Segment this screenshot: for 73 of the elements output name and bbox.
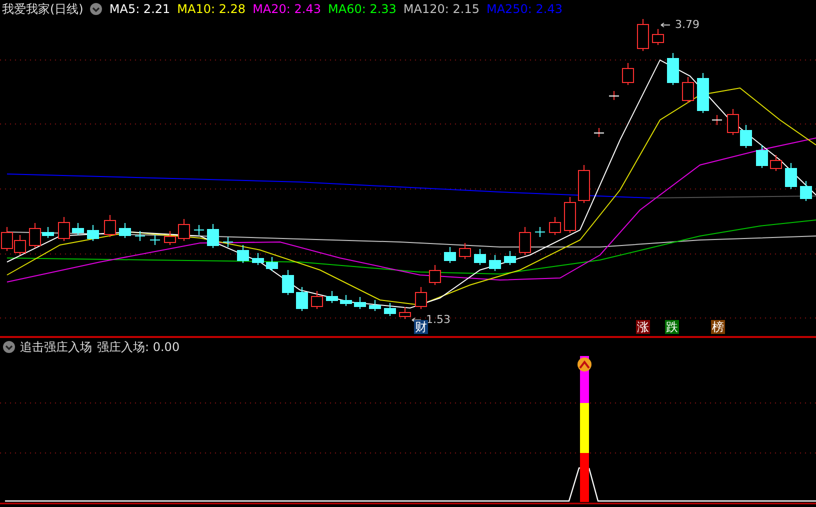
candlestick xyxy=(697,72,709,114)
candlestick xyxy=(282,270,294,296)
candlestick xyxy=(194,224,204,236)
event-tag[interactable]: 榜 xyxy=(711,320,725,334)
candlestick xyxy=(770,154,782,172)
candlestick xyxy=(756,144,768,168)
indicator-value: MA120: 2.15 xyxy=(403,1,480,18)
candlestick xyxy=(800,180,812,202)
candlestick xyxy=(578,164,590,204)
candlestick xyxy=(222,236,234,248)
indicator-value: MA20: 2.43 xyxy=(252,1,321,18)
event-tag[interactable]: 财 xyxy=(414,320,428,334)
candlestick xyxy=(58,216,70,242)
indicator-value: MA250: 2.43 xyxy=(486,1,563,18)
candlestick xyxy=(444,246,456,264)
candlestick xyxy=(207,224,219,248)
candlestick xyxy=(489,254,501,272)
candlestick xyxy=(178,218,190,242)
candlestick xyxy=(296,286,308,312)
event-tag[interactable]: 跌 xyxy=(665,320,679,334)
candlestick xyxy=(740,124,752,148)
candlestick xyxy=(252,252,264,266)
candlestick xyxy=(429,264,441,286)
candlestick xyxy=(237,244,249,264)
candlestick xyxy=(712,114,722,126)
candlestick xyxy=(608,90,620,100)
price-label: 3.79 xyxy=(675,18,700,31)
candlestick xyxy=(119,222,131,238)
chart-title: 我爱我家(日线) xyxy=(2,1,84,18)
candlestick xyxy=(519,226,531,256)
candlestick xyxy=(534,226,546,238)
candlestick xyxy=(384,302,396,316)
indicator-value: 强庄入场: 0.00 xyxy=(97,339,180,356)
indicator-value: MA10: 2.28 xyxy=(177,1,246,18)
event-tag[interactable]: 涨 xyxy=(636,320,650,334)
indicator-value: MA60: 2.33 xyxy=(328,1,396,18)
candlestick xyxy=(14,234,26,256)
price-label: 1.53 xyxy=(426,313,450,326)
candlestick xyxy=(340,294,352,306)
candlestick xyxy=(266,256,278,272)
candlestick xyxy=(369,300,381,312)
arrow-icon xyxy=(411,316,422,322)
candlestick xyxy=(682,76,694,104)
candlestick xyxy=(72,222,84,236)
candlestick xyxy=(104,214,116,238)
candlestick xyxy=(150,234,160,246)
candlestick xyxy=(594,128,604,138)
candlestick xyxy=(785,162,797,190)
candlestick xyxy=(311,290,323,310)
candlestick xyxy=(415,286,427,310)
indicator-title: 追击强庄入场 xyxy=(20,339,92,356)
candlestick xyxy=(164,230,176,246)
candlestick xyxy=(459,242,471,260)
dropdown-icon[interactable] xyxy=(90,3,102,15)
candlestick xyxy=(87,224,99,242)
candlestick xyxy=(727,108,739,136)
candlestick xyxy=(637,18,649,52)
arrow-icon xyxy=(660,22,671,28)
candlestick xyxy=(354,296,366,310)
candlestick xyxy=(1,226,13,252)
candlestick xyxy=(652,28,664,46)
candlestick xyxy=(667,52,679,86)
indicator-value: MA5: 2.21 xyxy=(109,1,170,18)
dropdown-icon[interactable] xyxy=(3,341,15,353)
up-arrow-icon xyxy=(578,358,592,372)
candlestick xyxy=(622,62,634,86)
candlestick xyxy=(134,230,146,242)
candlestick xyxy=(564,196,576,234)
candlestick xyxy=(399,306,411,320)
candlestick xyxy=(549,216,561,236)
candlestick xyxy=(504,250,516,266)
candlestick xyxy=(474,248,486,266)
candlestick xyxy=(326,290,338,304)
